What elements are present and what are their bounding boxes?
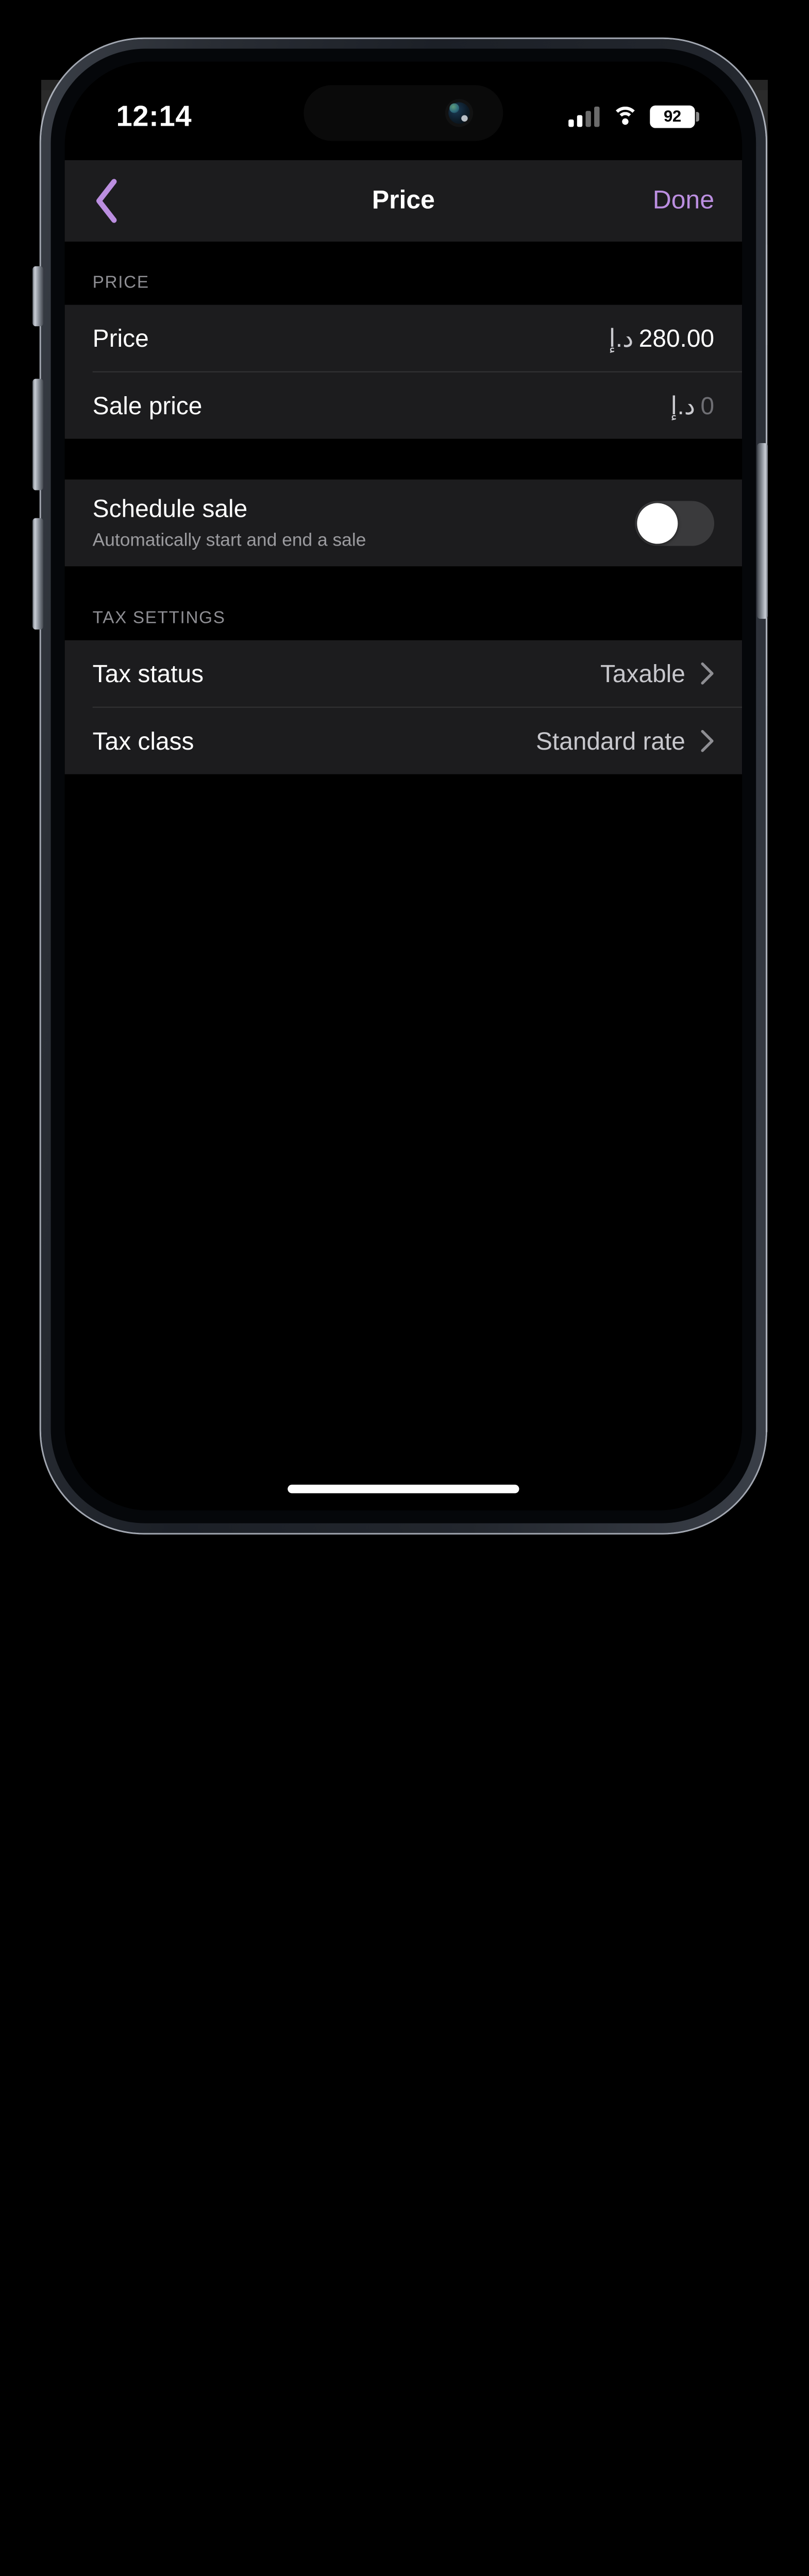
wifi-icon xyxy=(611,106,638,127)
tax-status-label: Tax status xyxy=(93,659,204,688)
dynamic-island xyxy=(304,85,503,141)
power-button[interactable] xyxy=(757,443,768,619)
front-camera-icon xyxy=(445,99,473,127)
tax-settings-group: Tax status Taxable Tax class Sta xyxy=(65,640,743,774)
home-indicator-bar[interactable] xyxy=(288,1485,519,1494)
currency-symbol: د.إ xyxy=(609,324,633,352)
chevron-right-icon xyxy=(700,729,714,753)
chevron-right-icon xyxy=(700,662,714,685)
section-header-price: PRICE xyxy=(65,242,743,305)
volume-up-button[interactable] xyxy=(32,379,43,490)
tax-class-value-wrap: Standard rate xyxy=(536,726,714,755)
mute-switch-button[interactable] xyxy=(32,266,43,326)
schedule-sale-toggle[interactable] xyxy=(635,500,714,545)
tax-status-value: Taxable xyxy=(600,659,685,688)
battery-percent-label: 92 xyxy=(664,107,681,125)
done-button[interactable]: Done xyxy=(653,186,714,216)
schedule-sale-group: Schedule sale Automatically start and en… xyxy=(65,480,743,566)
tax-status-value-wrap: Taxable xyxy=(600,659,714,688)
row-schedule-sale[interactable]: Schedule sale Automatically start and en… xyxy=(65,480,743,566)
row-tax-status[interactable]: Tax status Taxable xyxy=(65,640,743,707)
volume-down-button[interactable] xyxy=(32,518,43,630)
schedule-sale-sublabel: Automatically start and end a sale xyxy=(93,530,366,551)
page-title: Price xyxy=(65,186,743,216)
status-bar-time: 12:14 xyxy=(116,89,192,133)
battery-icon: 92 xyxy=(650,105,695,128)
row-price[interactable]: Price د.إ 280.00 xyxy=(65,305,743,371)
cellular-signal-icon xyxy=(568,106,599,127)
section-header-tax-settings: TAX SETTINGS xyxy=(65,566,743,640)
currency-symbol: د.إ xyxy=(670,391,695,420)
row-sale-price-value: د.إ 0 xyxy=(670,391,714,420)
row-sale-price[interactable]: Sale price د.إ 0 xyxy=(65,372,743,439)
schedule-sale-label: Schedule sale xyxy=(93,495,366,523)
tax-class-label: Tax class xyxy=(93,726,194,755)
back-button[interactable] xyxy=(93,171,153,231)
row-price-label: Price xyxy=(93,324,149,352)
phone-screen: 12:14 92 Price Done PRICE xyxy=(65,62,743,1511)
settings-content: PRICE Price د.إ 280.00 Sale price د.إ 0 xyxy=(65,242,743,1511)
section-gap xyxy=(65,439,743,480)
navigation-bar: Price Done xyxy=(65,160,743,242)
price-amount: 280.00 xyxy=(639,324,714,352)
price-group: Price د.إ 280.00 Sale price د.إ 0 xyxy=(65,305,743,439)
row-tax-class[interactable]: Tax class Standard rate xyxy=(65,708,743,774)
tax-class-value: Standard rate xyxy=(536,726,685,755)
chevron-left-icon xyxy=(93,177,121,225)
row-price-value: د.إ 280.00 xyxy=(609,324,714,352)
toggle-knob xyxy=(637,502,678,543)
row-sale-price-label: Sale price xyxy=(93,391,203,420)
sale-price-amount: 0 xyxy=(700,391,714,420)
status-bar-indicators: 92 xyxy=(568,94,695,127)
